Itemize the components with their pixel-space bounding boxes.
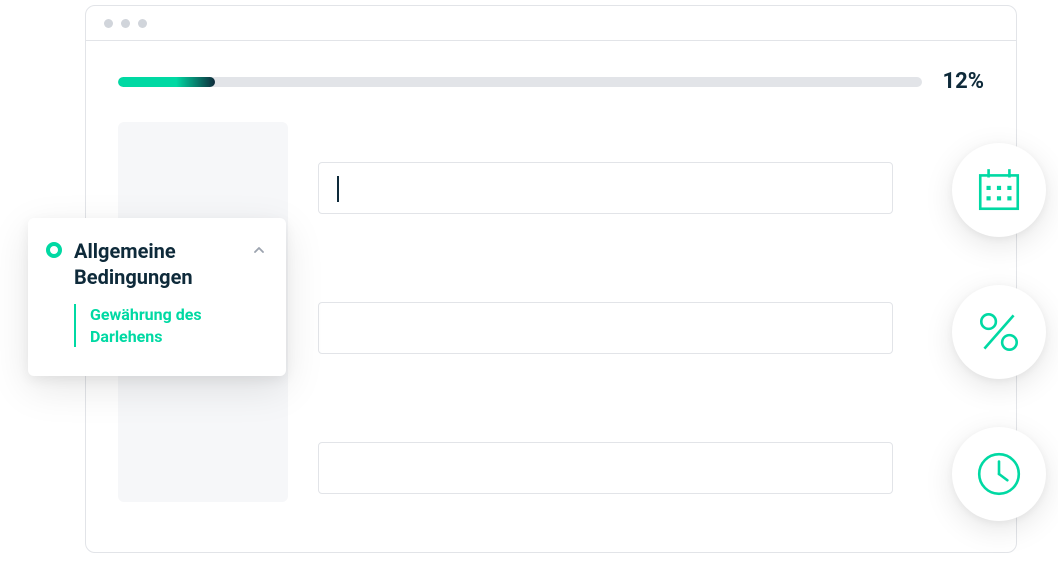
chevron-up-icon[interactable] [252,242,266,261]
radio-active-icon [46,242,62,258]
traffic-light-minimize[interactable] [121,19,130,28]
text-input-1[interactable] [318,162,893,214]
progress-bar [118,77,922,87]
text-cursor [337,176,339,202]
progress-section: 12% [86,41,1016,94]
clock-badge[interactable] [952,427,1046,521]
text-input-3[interactable] [318,442,893,494]
text-input-2[interactable] [318,302,893,354]
percent-icon [974,307,1024,357]
sidebar-header[interactable]: Allgemeine Bedingungen [46,238,266,290]
clock-icon [974,449,1024,499]
traffic-light-close[interactable] [104,19,113,28]
sidebar-section-title: Allgemeine Bedingungen [74,238,266,290]
percent-badge[interactable] [952,285,1046,379]
calendar-badge[interactable] [952,143,1046,237]
browser-chrome [86,6,1016,41]
progress-percent-label: 12% [942,69,984,94]
progress-fill [118,77,215,87]
calendar-icon [974,165,1024,215]
sidebar-navigation-card[interactable]: Allgemeine Bedingungen Gewährung des Dar… [28,218,286,376]
traffic-light-maximize[interactable] [138,19,147,28]
form-area [318,122,984,502]
sidebar-subitem[interactable]: Gewährung des Darlehens [74,304,266,347]
